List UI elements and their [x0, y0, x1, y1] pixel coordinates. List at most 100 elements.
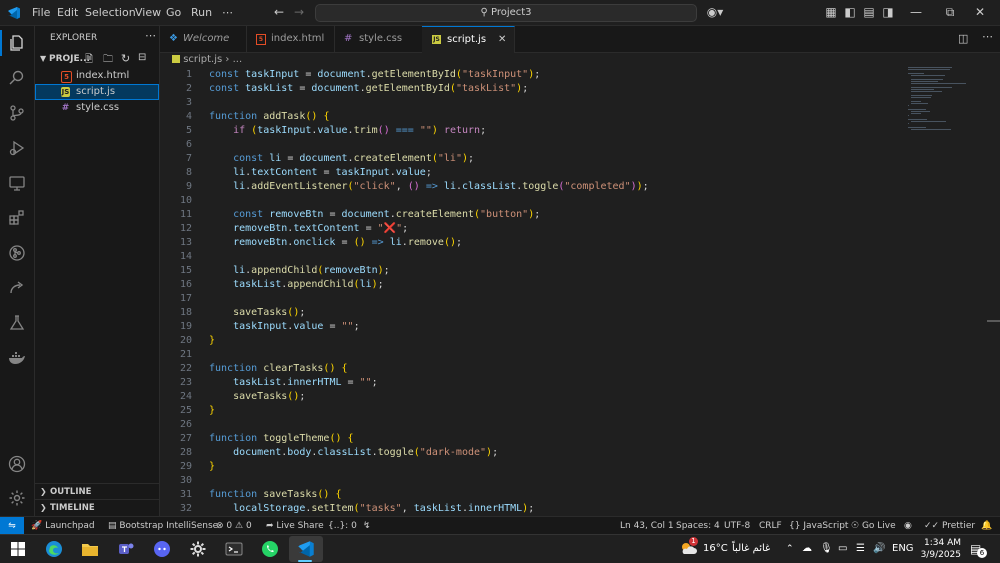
code-line[interactable]: const taskInput = document.getElementByI…: [209, 68, 540, 82]
minimap[interactable]: [908, 67, 988, 137]
new-folder-icon[interactable]: 🗀: [103, 52, 113, 69]
menu-view[interactable]: View: [135, 0, 161, 25]
line-ending[interactable]: CRLF: [759, 517, 782, 535]
menu-go[interactable]: Go: [166, 0, 181, 25]
language-mode[interactable]: {} JavaScript: [789, 517, 848, 535]
explorer-icon[interactable]: [0, 26, 34, 60]
more-actions-icon[interactable]: ⋯: [982, 30, 993, 43]
problems-item[interactable]: ⊗ 0 ⚠ 0: [216, 517, 252, 535]
collapse-all-icon[interactable]: ⊟: [138, 52, 146, 63]
project-folder-header[interactable]: ▼ PROJE... 🗎 🗀 ↻ ⊟: [35, 52, 159, 68]
battery-icon[interactable]: ▭: [838, 535, 847, 563]
breadcrumb-file[interactable]: script.js: [183, 54, 222, 65]
git-graph-icon[interactable]: [0, 236, 34, 270]
search-icon[interactable]: [0, 61, 34, 95]
menu-file[interactable]: File: [32, 0, 50, 25]
code-line[interactable]: localStorage.setItem("tasks", taskList.i…: [209, 502, 534, 516]
file-item-style-css[interactable]: # style.css: [35, 100, 159, 116]
lightning-icon[interactable]: ↯: [363, 517, 371, 535]
settings-gear-icon[interactable]: [0, 481, 34, 515]
code-line[interactable]: }: [209, 460, 215, 474]
new-file-icon[interactable]: 🗎: [85, 52, 93, 69]
toggle-panel-icon[interactable]: ▤: [862, 0, 876, 25]
timeline-section[interactable]: ❯ TIMELINE: [35, 499, 159, 516]
code-line[interactable]: function addTask() {: [209, 110, 329, 124]
code-line[interactable]: removeBtn.textContent = "❌";: [209, 222, 408, 236]
windows-start-icon[interactable]: [7, 538, 29, 560]
accounts-icon[interactable]: [0, 447, 34, 481]
vscode-taskbar-icon[interactable]: [295, 538, 317, 560]
live-share-icon[interactable]: [0, 271, 34, 305]
code-line[interactable]: const li = document.createElement("li");: [209, 152, 474, 166]
code-line[interactable]: saveTasks();: [209, 306, 305, 320]
close-tab-icon[interactable]: ✕: [498, 27, 506, 53]
code-line[interactable]: const removeBtn = document.createElement…: [209, 208, 540, 222]
file-item-script-js[interactable]: JS script.js: [35, 84, 159, 100]
teams-icon[interactable]: [115, 538, 137, 560]
remote-indicator-icon[interactable]: ⇋: [0, 517, 24, 535]
close-window-icon[interactable]: ✕: [972, 0, 988, 25]
code-line[interactable]: taskList.appendChild(li);: [209, 278, 384, 292]
menu-edit[interactable]: Edit: [57, 0, 78, 25]
code-editor[interactable]: 1 2 3 4 5 6 7 8 9 10 11 12 13 14 15 16 17 18 19 20 21 22 23 24 2…: [160, 67, 1000, 516]
code-line[interactable]: document.body.classList.toggle("dark-mod…: [209, 446, 498, 460]
edge-browser-icon[interactable]: [43, 538, 65, 560]
go-live-item[interactable]: ☉ Go Live: [851, 517, 896, 535]
code-line[interactable]: saveTasks();: [209, 390, 305, 404]
code-line[interactable]: function toggleTheme() {: [209, 432, 354, 446]
toggle-primary-sidebar-icon[interactable]: ◧: [843, 0, 857, 25]
more-actions-icon[interactable]: ⋯: [145, 29, 156, 42]
launchpad-item[interactable]: 🚀 Launchpad: [31, 517, 95, 535]
code-line[interactable]: removeBtn.onclick = () => li.remove();: [209, 236, 462, 250]
refresh-icon[interactable]: ↻: [121, 52, 130, 65]
command-center-search[interactable]: ⚲ Project3: [315, 4, 697, 22]
terminal-icon[interactable]: [223, 538, 245, 560]
forward-arrow-icon[interactable]: →: [292, 0, 306, 25]
code-line[interactable]: taskList.innerHTML = "";: [209, 376, 378, 390]
settings-icon[interactable]: [187, 538, 209, 560]
vscode-logo-icon[interactable]: [7, 5, 21, 19]
tab-style-css[interactable]: # style.css: [334, 26, 423, 52]
minimize-icon[interactable]: —: [908, 0, 924, 25]
testing-icon[interactable]: [0, 306, 34, 340]
run-debug-icon[interactable]: [0, 131, 34, 165]
encoding[interactable]: UTF-8: [724, 517, 750, 535]
extensions-icon[interactable]: [0, 201, 34, 235]
clock[interactable]: 1:34 AM 3/9/2025: [917, 537, 961, 561]
prettier-item[interactable]: ✓✓ Prettier: [924, 517, 975, 535]
split-editor-icon[interactable]: ◫: [958, 32, 968, 45]
copilot-icon[interactable]: ◉▾: [703, 0, 727, 25]
discord-icon[interactable]: [151, 538, 173, 560]
bootstrap-item[interactable]: ▤ Bootstrap IntelliSense: [108, 517, 218, 535]
back-arrow-icon[interactable]: ←: [272, 0, 286, 25]
menu-selection[interactable]: Selection: [85, 0, 136, 25]
braces-item[interactable]: {..}: 0: [328, 517, 357, 535]
customize-layout-icon[interactable]: ▦: [824, 0, 838, 25]
microphone-icon[interactable]: 🎙: [820, 535, 833, 563]
temperature[interactable]: 16°C: [703, 535, 728, 563]
code-line[interactable]: }: [209, 404, 215, 418]
tab-index-html[interactable]: 5 index.html: [246, 26, 335, 52]
whatsapp-icon[interactable]: [259, 538, 281, 560]
input-language[interactable]: ENG: [892, 535, 914, 563]
notifications-bell-icon[interactable]: 🔔: [981, 517, 992, 535]
code-line[interactable]: li.addEventListener("click", () => li.cl…: [209, 180, 649, 194]
onedrive-icon[interactable]: ☁: [802, 535, 812, 563]
code-line[interactable]: li.appendChild(removeBtn);: [209, 264, 390, 278]
docker-icon[interactable]: [0, 341, 34, 375]
outline-section[interactable]: ❯ OUTLINE: [35, 483, 159, 500]
restore-icon[interactable]: ⧉: [942, 0, 958, 25]
source-control-icon[interactable]: [0, 96, 34, 130]
menu-more[interactable]: ⋯: [222, 0, 233, 25]
weather-text[interactable]: غائم غالباً: [732, 535, 770, 563]
file-explorer-icon[interactable]: [79, 538, 101, 560]
toggle-secondary-sidebar-icon[interactable]: ◨: [881, 0, 895, 25]
tab-welcome[interactable]: ❖ Welcome: [160, 26, 247, 52]
wifi-icon[interactable]: ☰: [856, 535, 865, 563]
menu-run[interactable]: Run: [191, 0, 212, 25]
live-share-item[interactable]: ➦ Live Share: [266, 517, 324, 535]
tab-script-js[interactable]: JS script.js ✕: [422, 26, 515, 53]
code-line[interactable]: const taskList = document.getElementById…: [209, 82, 528, 96]
code-line[interactable]: function clearTasks() {: [209, 362, 348, 376]
indentation[interactable]: Spaces: 4: [676, 517, 720, 535]
